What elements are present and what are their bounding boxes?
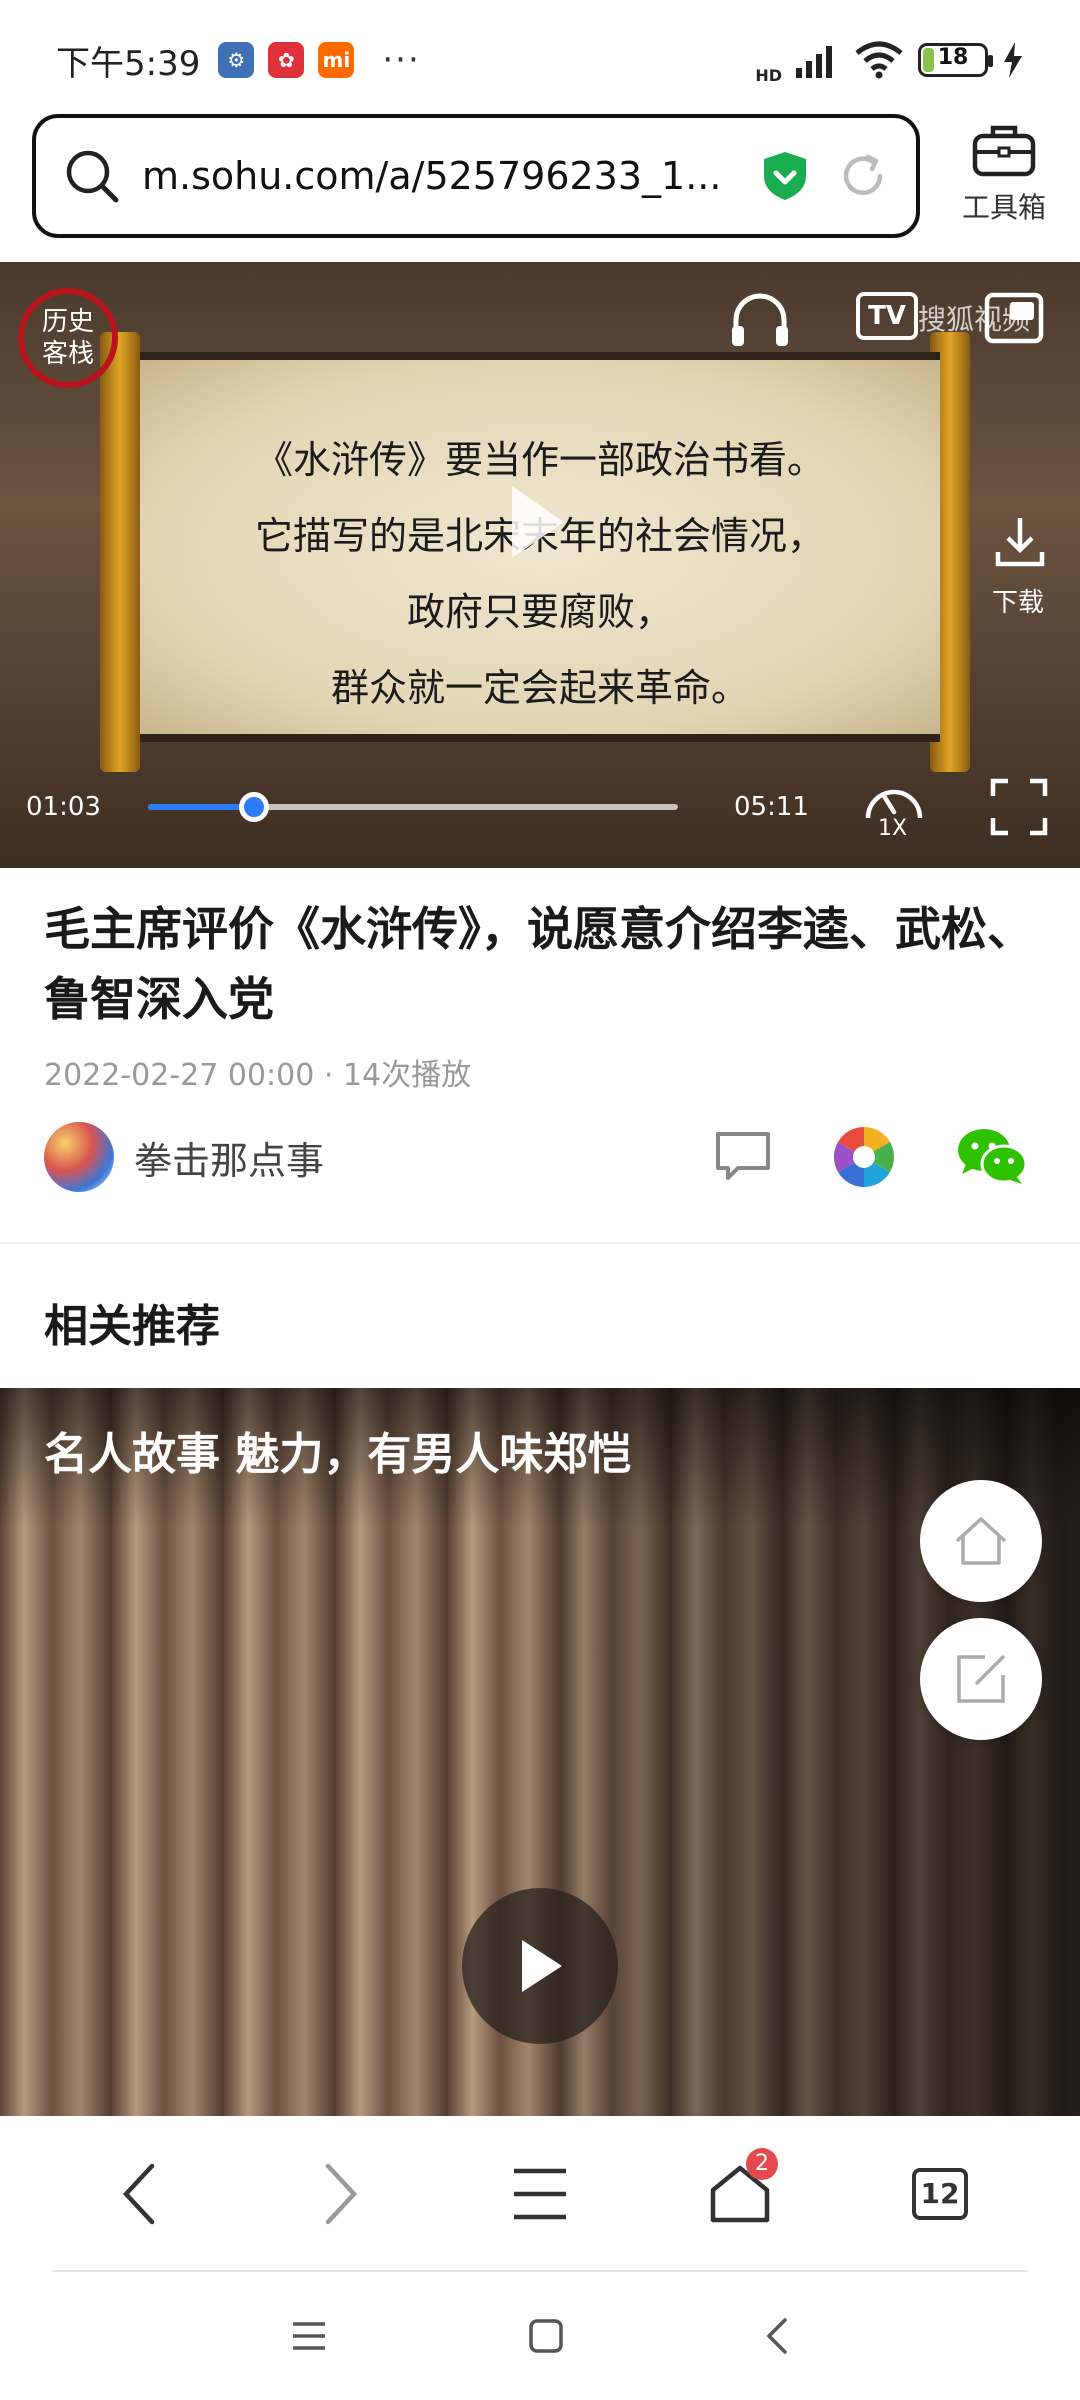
security-shield-icon[interactable] (762, 150, 808, 202)
progress-handle[interactable] (239, 792, 269, 822)
tab-count: 12 (912, 2168, 968, 2220)
chevron-left-icon (122, 2163, 155, 2225)
tabs-button[interactable]: 12 (880, 2134, 1000, 2254)
headphones-icon[interactable] (728, 288, 792, 348)
channel-seal-logo: 历史 客栈 (18, 288, 118, 388)
home-icon (955, 1517, 1007, 1565)
system-home-icon[interactable] (527, 2317, 565, 2355)
recent-apps-icon[interactable] (289, 2320, 329, 2352)
progress-bar[interactable] (148, 792, 678, 822)
caption-line: 政府只要腐败， (406, 590, 673, 634)
refresh-icon[interactable] (838, 151, 888, 201)
menu-icon (514, 2168, 566, 2220)
caption-line: 群众就一定会起来革命。 (330, 666, 749, 710)
download-icon[interactable] (992, 514, 1048, 570)
play-icon (522, 1940, 562, 1992)
related-video-card[interactable]: 名人故事 魅力，有男人味郑恺 (0, 1388, 1080, 2116)
video-player[interactable]: 历史 客栈 《水浒传》要当作一部政治书看。 它描写的是北宋末年的社会情况， 政府… (0, 262, 1080, 868)
share-actions (714, 1125, 1044, 1189)
wifi-icon (855, 41, 903, 79)
hd-label: HD (755, 65, 782, 85)
app-notification-icon: ✿ (268, 42, 305, 78)
article-title: 毛主席评价《水浒传》，说愿意介绍李逵、武松、鲁智深入党 (44, 902, 1033, 1026)
more-notifications-icon: ··· (382, 40, 421, 80)
signal-icon (796, 46, 832, 78)
related-video-title: 名人故事 魅力，有男人味郑恺 (44, 1429, 632, 1480)
wechat-share-icon[interactable] (956, 1126, 1028, 1188)
seal-line-2: 客栈 (41, 339, 94, 369)
edit-float-button[interactable] (920, 1618, 1042, 1740)
mi-icon: mi (318, 42, 355, 78)
author-row: 拳击那点事 (44, 1120, 1044, 1194)
playback-speed-label: 1X (878, 816, 908, 841)
moments-share-icon[interactable] (832, 1125, 896, 1189)
tv-cast-button[interactable]: TV (856, 292, 918, 340)
system-back-icon[interactable] (763, 2316, 791, 2356)
related-section-title: 相关推荐 (44, 1301, 220, 1352)
status-bar: 下午5:39 ⚙ ✿ mi ··· HD 18 (0, 0, 1080, 120)
play-icon[interactable] (508, 482, 568, 562)
chevron-right-icon (325, 2163, 358, 2225)
comment-icon[interactable] (714, 1130, 772, 1184)
fullscreen-icon[interactable] (990, 778, 1048, 836)
toolbox-icon (972, 125, 1036, 177)
related-play-button[interactable] (462, 1888, 618, 2044)
settings-icon: ⚙ (218, 42, 255, 78)
status-time: 下午5:39 (56, 43, 201, 84)
system-nav-bar (0, 2272, 1080, 2400)
home-button[interactable]: 2 (680, 2134, 800, 2254)
charging-icon (1004, 42, 1022, 78)
scroll-roller-left (100, 332, 140, 772)
section-divider (0, 1242, 1080, 1244)
author-name[interactable]: 拳击那点事 (134, 1130, 324, 1185)
toolbox-label: 工具箱 (961, 191, 1046, 224)
battery-indicator: 18 (918, 43, 993, 77)
current-time: 01:03 (26, 792, 101, 822)
notification-badge: 2 (746, 2148, 778, 2180)
url-text[interactable]: m.sohu.com/a/525796233_1... (142, 154, 762, 198)
address-bar[interactable]: m.sohu.com/a/525796233_1... (32, 114, 920, 238)
download-label: 下载 (992, 588, 1045, 618)
menu-button[interactable] (480, 2134, 600, 2254)
back-button[interactable] (80, 2134, 200, 2254)
search-icon (66, 150, 119, 203)
picture-in-picture-icon[interactable] (984, 292, 1044, 344)
toolbox-button[interactable]: 工具箱 (944, 122, 1064, 226)
forward-button[interactable] (280, 2134, 400, 2254)
author-avatar[interactable] (44, 1122, 114, 1192)
article-meta: 2022-02-27 00:00 · 14次播放 (44, 1058, 472, 1093)
edit-icon (957, 1655, 1005, 1703)
browser-bottom-nav: 2 12 (0, 2116, 1080, 2272)
total-time: 05:11 (734, 792, 809, 822)
home-float-button[interactable] (920, 1480, 1042, 1602)
seal-line-1: 历史 (41, 307, 94, 337)
video-caption: 《水浒传》要当作一部政治书看。 它描写的是北宋末年的社会情况， 政府只要腐败， … (140, 422, 940, 726)
battery-level: 18 (937, 45, 969, 70)
address-bar-row: m.sohu.com/a/525796233_1... 工具箱 (0, 110, 1080, 250)
